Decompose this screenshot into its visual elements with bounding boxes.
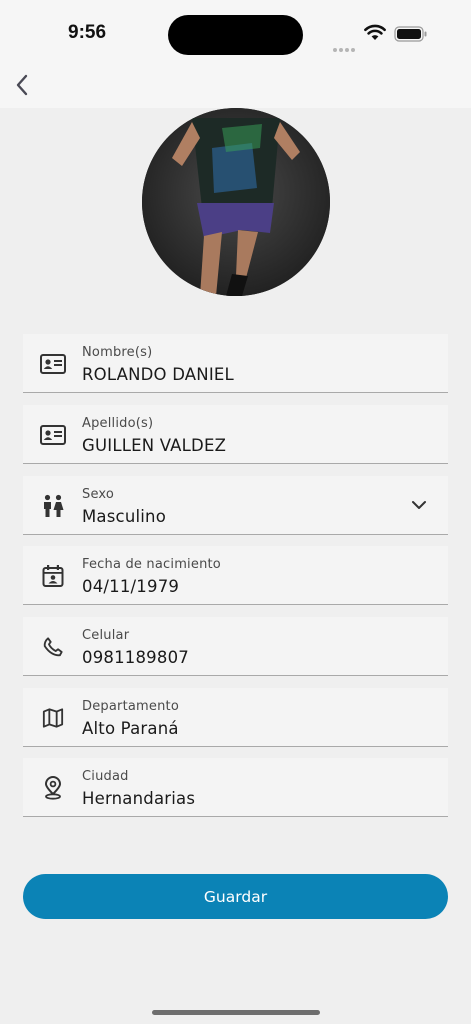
- id-card-icon: [39, 421, 67, 449]
- field-label: Nombre(s): [82, 345, 153, 360]
- status-bar: 9:56: [0, 0, 471, 62]
- field-value[interactable]: Hernandarias: [82, 789, 195, 808]
- cellular-signal-icon: [333, 37, 357, 56]
- save-button[interactable]: Guardar: [23, 874, 448, 919]
- field-value[interactable]: 0981189807: [82, 648, 189, 667]
- map-icon: [39, 704, 67, 732]
- back-button[interactable]: [8, 68, 36, 102]
- field-apellidos[interactable]: Apellido(s) GUILLEN VALDEZ: [23, 405, 448, 464]
- field-departamento[interactable]: Departamento Alto Paraná: [23, 688, 448, 747]
- chevron-down-icon[interactable]: [410, 496, 428, 514]
- field-label: Ciudad: [82, 769, 129, 784]
- field-label: Sexo: [82, 487, 115, 502]
- field-label: Apellido(s): [82, 416, 154, 431]
- chevron-left-icon: [16, 74, 28, 96]
- field-label: Departamento: [82, 699, 179, 714]
- field-value[interactable]: Masculino: [82, 507, 166, 526]
- calendar-user-icon: [39, 562, 67, 590]
- field-value[interactable]: GUILLEN VALDEZ: [82, 436, 226, 455]
- field-celular[interactable]: Celular 0981189807: [23, 617, 448, 676]
- field-value[interactable]: 04/11/1979: [82, 577, 179, 596]
- athlete-photo: [142, 108, 330, 296]
- phone-icon: [39, 633, 67, 661]
- wifi-icon: [364, 24, 386, 45]
- id-card-icon: [39, 350, 67, 378]
- navigation-bar: [0, 62, 471, 108]
- people-icon: [39, 492, 67, 520]
- field-value[interactable]: Alto Paraná: [82, 719, 179, 738]
- field-ciudad[interactable]: Ciudad Hernandarias: [23, 758, 448, 817]
- field-nombres[interactable]: Nombre(s) ROLANDO DANIEL: [23, 334, 448, 393]
- home-indicator[interactable]: [152, 1010, 320, 1015]
- field-label: Fecha de nacimiento: [82, 557, 221, 572]
- field-label: Celular: [82, 628, 130, 643]
- field-fecha-nacimiento[interactable]: Fecha de nacimiento 04/11/1979: [23, 546, 448, 605]
- battery-icon: [394, 26, 428, 46]
- profile-photo[interactable]: [142, 108, 330, 296]
- location-pin-icon: [39, 774, 67, 802]
- status-time: 9:56: [68, 22, 107, 43]
- field-value[interactable]: ROLANDO DANIEL: [82, 365, 234, 384]
- dynamic-island: [168, 15, 303, 55]
- field-sexo[interactable]: Sexo Masculino: [23, 476, 448, 535]
